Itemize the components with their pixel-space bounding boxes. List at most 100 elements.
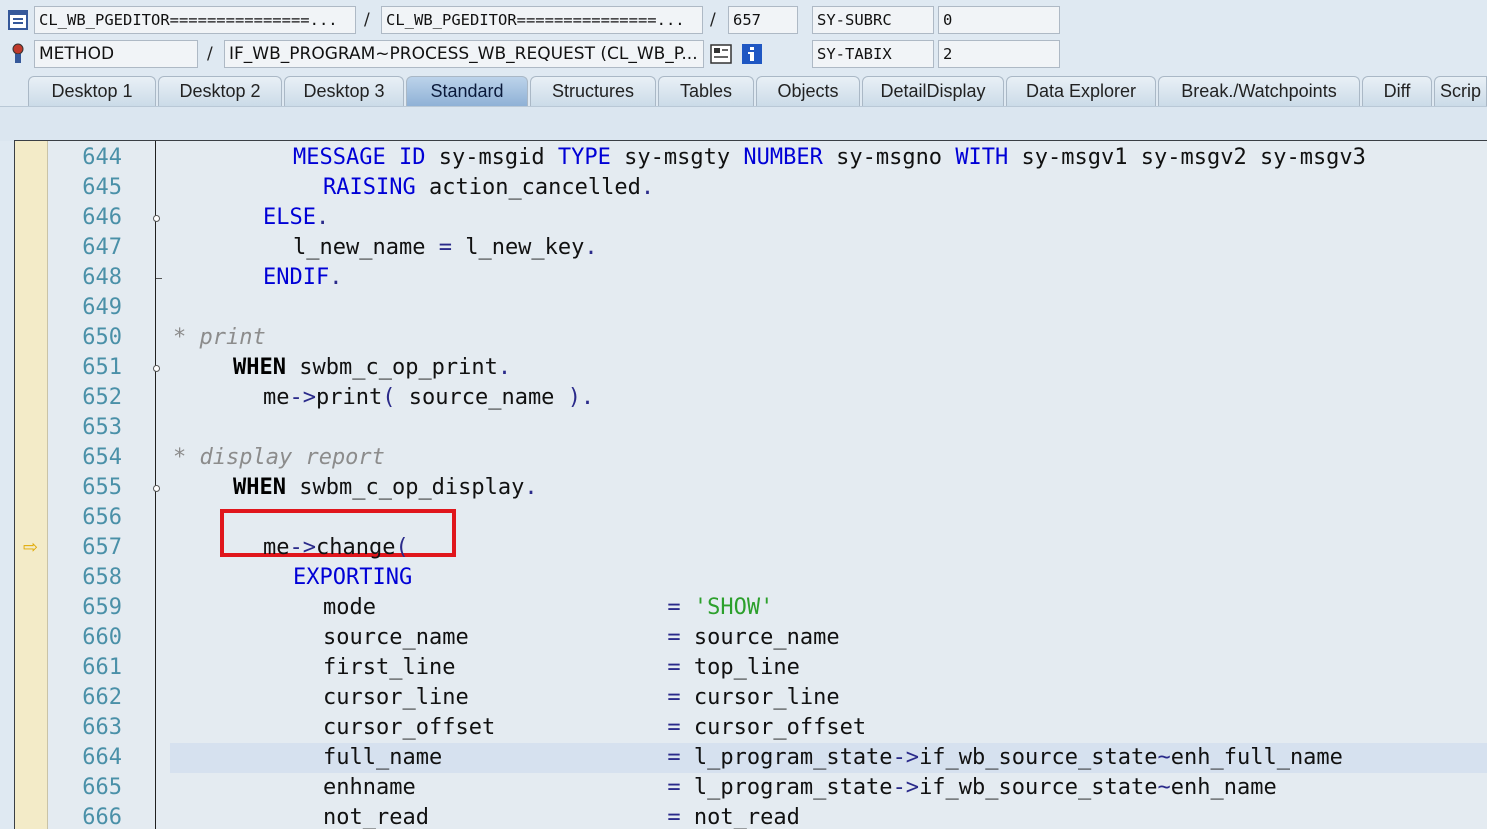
- code-token: me: [263, 385, 290, 410]
- tab-script[interactable]: Scrip: [1434, 76, 1487, 106]
- code-token: if_wb_source_state: [919, 775, 1158, 800]
- code-token: =: [667, 775, 694, 800]
- code-line[interactable]: MESSAGE ID sy-msgid TYPE sy-msgty NUMBER…: [293, 143, 1366, 173]
- line-number: 655: [82, 475, 122, 500]
- tab-desktop-1[interactable]: Desktop 1: [28, 76, 156, 106]
- line-number: 661: [82, 655, 122, 680]
- line-number: 657: [82, 535, 122, 560]
- tab-standard[interactable]: Standard: [406, 76, 528, 106]
- separator: /: [364, 10, 370, 30]
- code-token: .: [315, 205, 330, 230]
- code-token: NUMBER: [743, 145, 837, 170]
- tab-desktop-3[interactable]: Desktop 3: [284, 76, 404, 106]
- tab-tables[interactable]: Tables: [658, 76, 754, 106]
- event-type-field[interactable]: METHOD: [34, 40, 198, 68]
- code-line[interactable]: WHEN swbm_c_op_display.: [233, 473, 538, 503]
- code-token: swbm_c_op_print: [299, 355, 498, 380]
- code-line[interactable]: * display report: [173, 443, 385, 473]
- code-token: 'SHOW': [693, 595, 774, 620]
- source-code-editor[interactable]: 644 MESSAGE ID sy-msgid TYPE sy-msgty NUM…: [14, 140, 1487, 829]
- tab-diff[interactable]: Diff: [1362, 76, 1432, 106]
- code-token: cursor_offset: [323, 715, 668, 740]
- variable-value-field[interactable]: 0: [938, 6, 1060, 34]
- code-token: =: [667, 745, 694, 770]
- code-line[interactable]: me->change(: [263, 533, 409, 563]
- line-number: 665: [82, 775, 122, 800]
- code-line[interactable]: * print: [173, 323, 266, 353]
- code-line[interactable]: first_line = top_line: [323, 653, 800, 683]
- code-line[interactable]: l_new_name = l_new_key.: [293, 233, 598, 263]
- code-token: ~: [1157, 745, 1171, 770]
- variable-value-field[interactable]: 2: [938, 40, 1060, 68]
- code-token: enhname: [323, 775, 668, 800]
- code-token: =: [667, 805, 694, 829]
- line-number: 663: [82, 715, 122, 740]
- include-field[interactable]: CL_WB_PGEDITOR===============...: [381, 6, 703, 34]
- code-line[interactable]: ELSE.: [263, 203, 329, 233]
- tab-breakpoints-watchpoints[interactable]: Break./Watchpoints: [1158, 76, 1360, 106]
- tab-desktop-2[interactable]: Desktop 2: [158, 76, 282, 106]
- line-number: 654: [82, 445, 122, 470]
- code-line[interactable]: full_name = l_program_state->if_wb_sourc…: [323, 743, 1343, 773]
- code-line[interactable]: me->print( source_name ).: [263, 383, 594, 413]
- code-token: top_line: [693, 655, 800, 680]
- code-token: full_name: [323, 745, 668, 770]
- code-token: =: [667, 625, 694, 650]
- line-number: 649: [82, 295, 122, 320]
- code-line[interactable]: ENDIF.: [263, 263, 342, 293]
- code-token: not_read: [693, 805, 800, 829]
- code-line[interactable]: RAISING action_cancelled.: [323, 173, 654, 203]
- code-line[interactable]: cursor_offset = cursor_offset: [323, 713, 866, 743]
- code-token: * print: [173, 325, 266, 350]
- code-token: EXPORTING: [293, 565, 413, 590]
- line-number: 644: [82, 145, 122, 170]
- separator: /: [710, 10, 716, 30]
- code-token: .: [524, 475, 538, 500]
- tab-objects[interactable]: Objects: [756, 76, 860, 106]
- tab-data-explorer[interactable]: Data Explorer: [1006, 76, 1156, 106]
- variable-name-field[interactable]: SY-TABIX: [812, 40, 934, 68]
- program-field[interactable]: CL_WB_PGEDITOR===============...: [34, 6, 356, 34]
- line-number: 650: [82, 325, 122, 350]
- code-token: sy-msgid: [438, 145, 558, 170]
- info-icon[interactable]: [740, 42, 764, 66]
- line-number: 646: [82, 205, 122, 230]
- code-token: l_new_name: [293, 235, 439, 260]
- variable-name-field[interactable]: SY-SUBRC: [812, 6, 934, 34]
- code-line[interactable]: mode = 'SHOW': [323, 593, 773, 623]
- code-token: .: [329, 265, 343, 290]
- fold-marker-icon[interactable]: [153, 215, 160, 222]
- code-token: (: [382, 385, 409, 410]
- breakpoint-gutter[interactable]: [15, 141, 48, 829]
- code-token: source_name: [693, 625, 840, 650]
- tab-detaildisplay[interactable]: DetailDisplay: [862, 76, 1004, 106]
- code-token: * display report: [173, 445, 385, 470]
- event-name-field[interactable]: IF_WB_PROGRAM~PROCESS_WB_REQUEST (CL_WB_…: [224, 40, 704, 68]
- code-token: source_name: [408, 385, 568, 410]
- line-number: 658: [82, 565, 122, 590]
- fold-marker-icon[interactable]: [153, 485, 160, 492]
- code-token: WITH: [955, 145, 1022, 170]
- code-line[interactable]: source_name = source_name: [323, 623, 840, 653]
- code-token: mode: [323, 595, 668, 620]
- code-token: change: [316, 535, 396, 560]
- fold-marker-icon[interactable]: [153, 365, 160, 372]
- code-token: .: [584, 235, 598, 260]
- code-line[interactable]: EXPORTING: [293, 563, 412, 593]
- code-line[interactable]: WHEN swbm_c_op_print.: [233, 353, 511, 383]
- code-token: cursor_offset: [693, 715, 867, 740]
- code-token: WHEN: [233, 475, 300, 500]
- code-token: ENDIF: [263, 265, 330, 290]
- fold-end-marker: [156, 278, 162, 279]
- separator: /: [207, 44, 213, 64]
- line-number-field[interactable]: 657: [728, 6, 798, 34]
- tab-structures[interactable]: Structures: [530, 76, 656, 106]
- code-token: RAISING: [323, 175, 429, 200]
- line-number: 656: [82, 505, 122, 530]
- code-line[interactable]: cursor_line = cursor_line: [323, 683, 840, 713]
- code-token: cursor_line: [323, 685, 668, 710]
- code-line[interactable]: not_read = not_read: [323, 803, 800, 829]
- code-token: ).: [567, 385, 595, 410]
- source-icon[interactable]: [709, 42, 733, 66]
- code-line[interactable]: enhname = l_program_state->if_wb_source_…: [323, 773, 1277, 803]
